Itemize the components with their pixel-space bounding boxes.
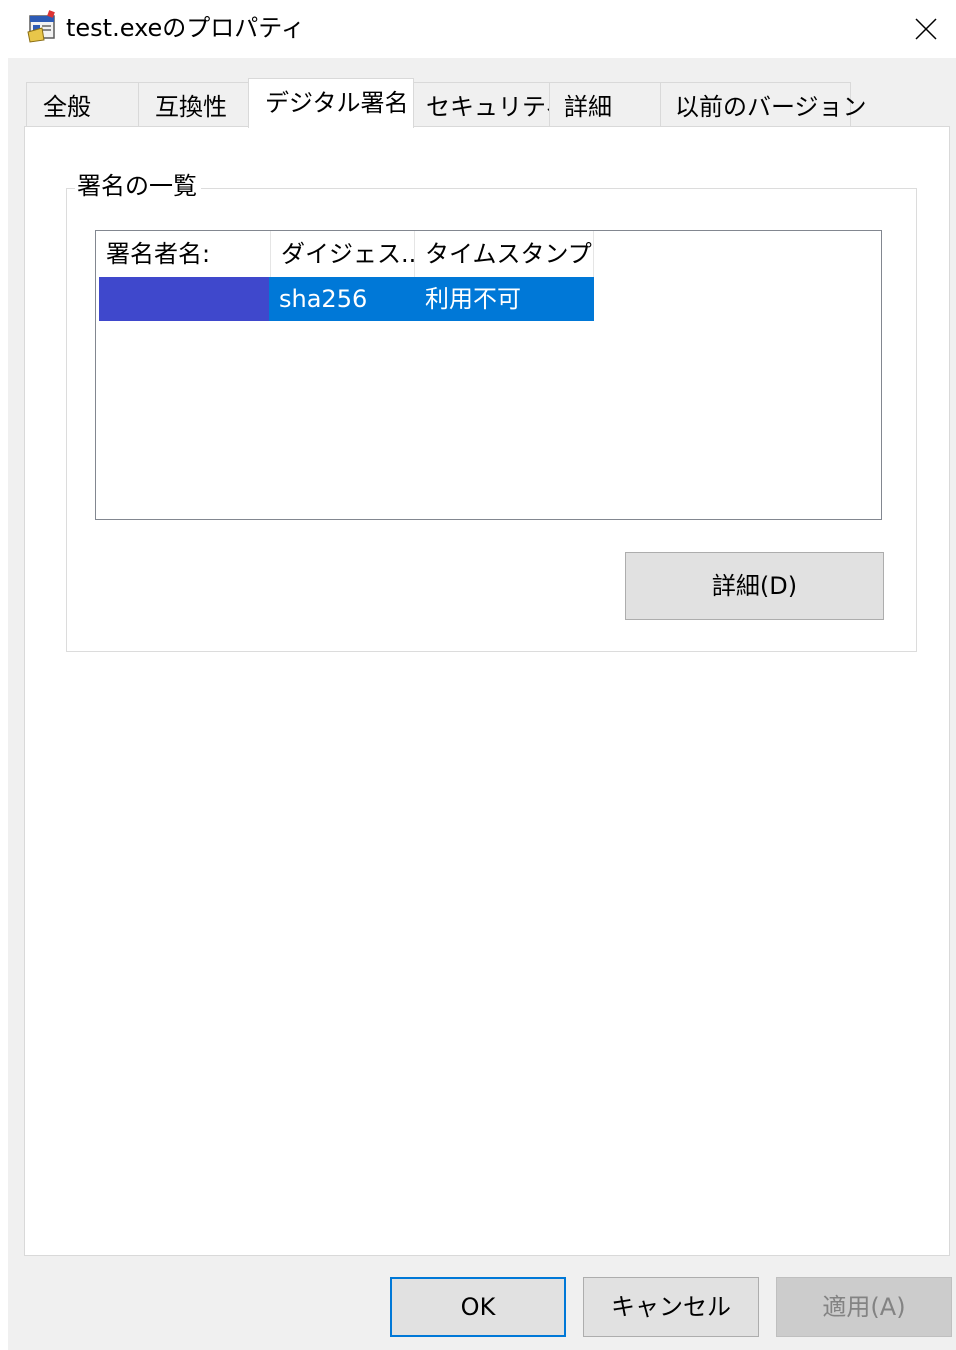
digest-cell: sha256 — [269, 277, 415, 321]
column-header-timestamp[interactable]: タイムスタンプ — [415, 231, 594, 277]
properties-dialog: test.exeのプロパティ 全般 互換性 デジタル署名 セキュリティ 詳細 以… — [0, 0, 956, 1350]
ok-button[interactable]: OK — [390, 1277, 566, 1337]
close-button[interactable] — [896, 0, 956, 58]
tab-digital-signatures[interactable]: デジタル署名 — [248, 78, 414, 128]
signature-list-group: 署名の一覧 署名者名: ダイジェス... タイムスタンプ sha256 利用不可… — [66, 169, 917, 652]
signer-name-cell — [99, 277, 269, 321]
column-header-signer[interactable]: 署名者名: — [96, 231, 271, 277]
tab-details[interactable]: 詳細 — [549, 82, 663, 128]
window-left-edge — [0, 58, 8, 1350]
cancel-button[interactable]: キャンセル — [583, 1277, 759, 1337]
window-title: test.exeのプロパティ — [66, 14, 305, 42]
close-icon — [915, 18, 937, 40]
column-header-digest[interactable]: ダイジェス... — [271, 231, 415, 277]
tab-compatibility[interactable]: 互換性 — [138, 82, 249, 128]
title-bar[interactable]: test.exeのプロパティ — [0, 0, 956, 58]
details-button[interactable]: 詳細(D) — [625, 552, 884, 620]
timestamp-cell: 利用不可 — [415, 277, 594, 321]
tab-previous-versions[interactable]: 以前のバージョン — [660, 82, 867, 128]
tab-security[interactable]: セキュリティ — [411, 82, 569, 128]
signature-list-label: 署名の一覧 — [75, 169, 201, 203]
signature-listview[interactable]: 署名者名: ダイジェス... タイムスタンプ sha256 利用不可 — [95, 230, 882, 520]
tab-general[interactable]: 全般 — [26, 82, 141, 128]
tab-panel-digital-signatures: 署名の一覧 署名者名: ダイジェス... タイムスタンプ sha256 利用不可… — [24, 126, 950, 1256]
tab-strip: 全般 互換性 デジタル署名 セキュリティ 詳細 以前のバージョン — [24, 78, 954, 128]
apply-button[interactable]: 適用(A) — [776, 1277, 952, 1337]
application-icon — [27, 10, 55, 43]
